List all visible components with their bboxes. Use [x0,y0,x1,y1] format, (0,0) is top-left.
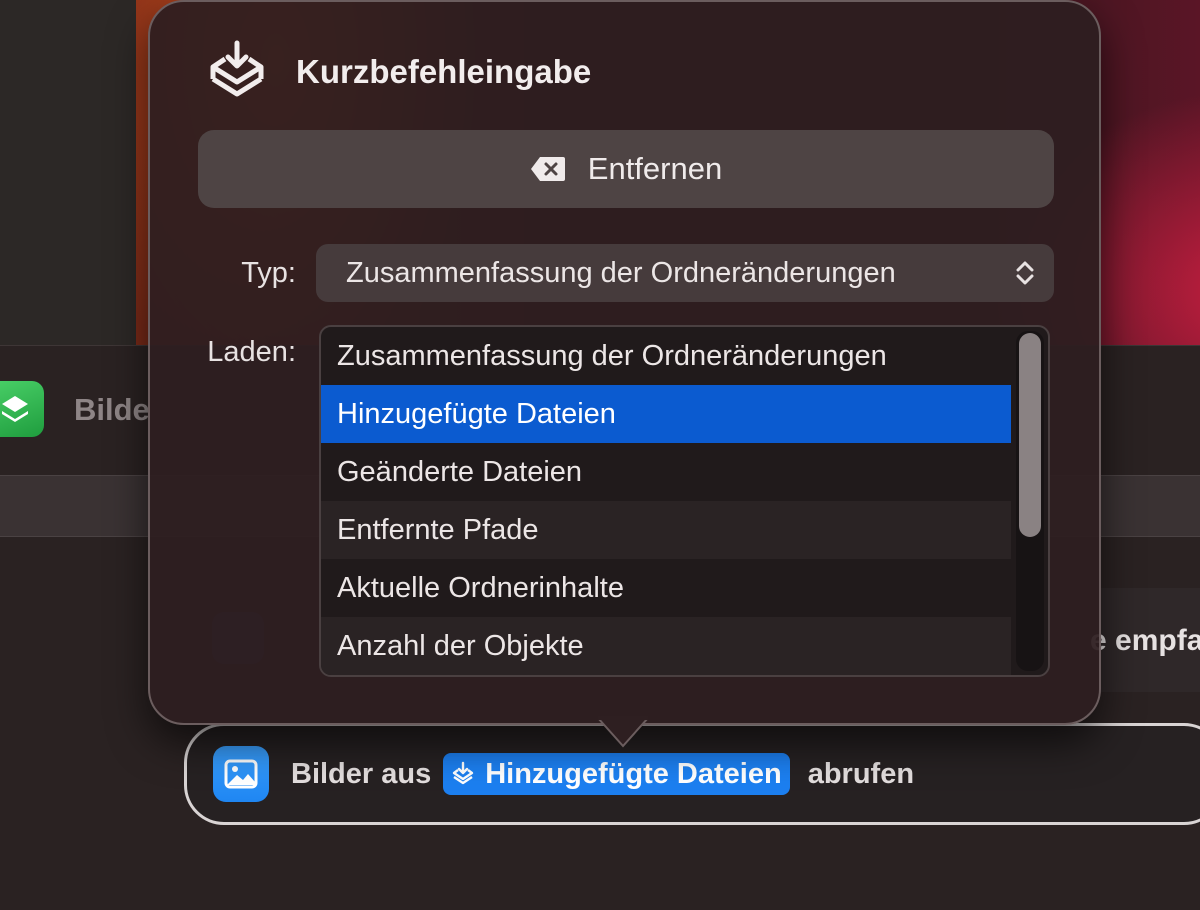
list-item[interactable]: Entfernte Pfade [321,501,1011,559]
delete-left-icon [530,157,565,181]
shortcut-input-icon [210,40,264,97]
scrollbar[interactable] [1016,331,1044,671]
type-label: Typ: [241,257,296,289]
token-label: Hinzugefügte Dateien [485,757,782,790]
popover-header: Kurzbefehleingabe [208,38,591,106]
action-suffix: abrufen [807,757,915,790]
list-item[interactable]: Zusammenfassung der Ordneränderungen [321,327,1011,385]
list-item[interactable]: Geänderte Dateien [321,443,1011,501]
type-select-value: Zusammenfassung der Ordneränderungen [346,256,896,289]
type-select[interactable]: Zusammenfassung der Ordneränderungen [316,244,1054,302]
popover-arrow [598,716,648,748]
chevron-up-down-icon [1016,261,1034,285]
screen: Bilde e empfa Bilder aus Hinzugefügte Da… [0,0,1200,910]
list-item-selected[interactable]: Hinzugefügte Dateien [321,385,1011,443]
remove-label: Entfernen [587,151,723,186]
desktop-area [0,0,136,345]
get-images-action[interactable]: Bilder aus Hinzugefügte Dateien abrufen [184,723,1200,825]
load-listbox[interactable]: Zusammenfassung der Ordneränderungen Hin… [319,325,1050,677]
remove-button[interactable]: Entfernen [198,130,1054,208]
load-label: Laden: [207,336,296,368]
action-prefix: Bilder aus [291,757,432,790]
photo-icon [213,746,269,802]
list-item[interactable]: Anzahl der Objekte [321,617,1011,675]
window-title: Bilde [74,392,150,427]
shortcut-input-token[interactable]: Hinzugefügte Dateien [443,753,790,795]
shortcut-input-icon [453,761,474,785]
popover-title: Kurzbefehleingabe [296,53,592,90]
background-action-text: e empfa [1090,624,1200,657]
scrollbar-thumb[interactable] [1019,333,1041,537]
shortcuts-app-icon [0,381,44,437]
shortcut-input-popover: Kurzbefehleingabe Entfernen Typ: Zusamme… [148,0,1101,725]
list-item[interactable]: Aktuelle Ordnerinhalte [321,559,1011,617]
